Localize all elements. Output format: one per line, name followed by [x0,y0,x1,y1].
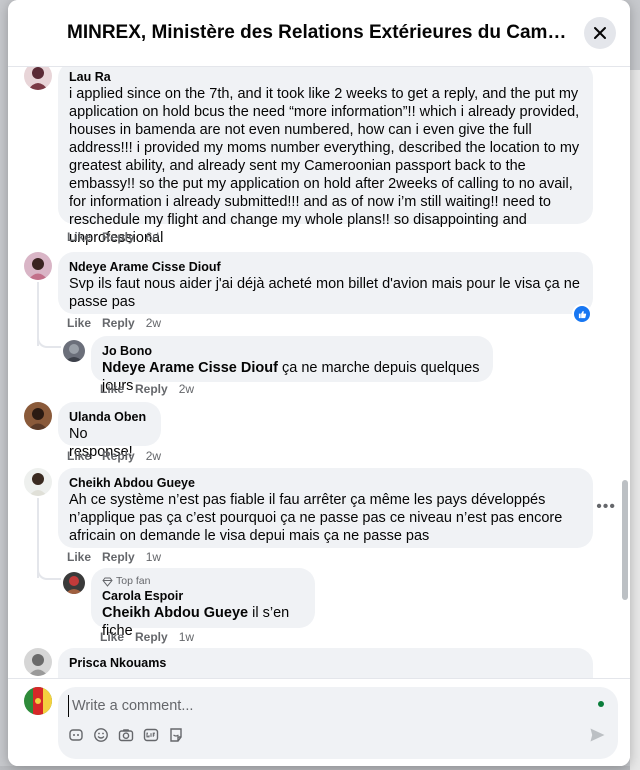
comment-actions: Like Reply 2w [67,316,172,330]
emoji-icon[interactable] [93,727,109,743]
dialog-header: MINREX, Ministère des Relations Extérieu… [8,0,630,67]
top-fan-badge: Top fan [102,575,304,588]
badge-label: Top fan [116,575,151,587]
more-options-icon[interactable]: ••• [596,498,616,516]
thread-connector [37,332,61,348]
comment-bubble: Lau Ra i applied since on the 7th, and i… [58,66,593,246]
comment-author[interactable]: Ulanda Oben [69,409,150,425]
comment-timestamp[interactable]: 1w [146,550,161,564]
composer-tools [68,727,184,743]
avatar-sticker-icon[interactable] [168,727,184,743]
mention-link[interactable]: Ndeye Arame Cisse Diouf [102,360,278,376]
comment-composer [8,678,630,766]
comment-timestamp[interactable]: 1w [179,630,194,644]
like-button[interactable]: Like [100,630,124,644]
comment-author[interactable]: Cheikh Abdou Gueye [69,475,582,491]
reaction-badge[interactable] [572,304,592,324]
comment-timestamp[interactable]: 2w [179,382,194,396]
avatar[interactable] [24,687,52,715]
comment-bubble: Top fan Carola Espoir Cheikh Abdou Gueye… [91,568,315,639]
comment-timestamp[interactable]: 6d [146,230,159,244]
reply-button[interactable]: Reply [102,550,135,564]
comment-input[interactable] [68,695,574,717]
avatar[interactable] [63,340,85,362]
comment-bubble: Prisca Nkouams [58,648,593,678]
avatar[interactable] [24,468,52,496]
comment-bubble: Cheikh Abdou Gueye Ah ce système n’est p… [58,468,593,548]
comment-bubble: Jo Bono Ndeye Arame Cisse Diouf ça ne ma… [91,336,493,394]
composer-box [58,687,618,759]
scrollbar[interactable] [622,480,628,600]
comment-text: Ah ce système n’est pas fiable il fau ar… [69,492,563,544]
comments-list[interactable]: Lau Ra i applied since on the 7th, and i… [8,66,630,678]
diamond-icon [102,577,113,587]
send-icon [590,728,605,742]
comment-text: i applied since on the 7th, and it took … [69,86,580,246]
like-button[interactable]: Like [67,230,91,244]
dialog-title: MINREX, Ministère des Relations Extérieu… [67,22,567,43]
send-button[interactable] [589,727,606,748]
comment-actions: Like Reply 6d [67,230,170,244]
comment-actions: Like Reply 1w [100,630,205,644]
thumbs-up-icon [578,310,586,318]
comment-timestamp[interactable]: 2w [146,449,161,463]
comment-author[interactable]: Ndeye Arame Cisse Diouf [69,259,582,275]
avatar[interactable] [63,572,85,594]
comment-timestamp[interactable]: 2w [146,316,161,330]
sticker-icon[interactable] [68,727,84,743]
comment-actions: Like Reply 2w [100,382,205,396]
status-dot [598,701,604,707]
close-button[interactable] [584,17,616,49]
comment-author[interactable]: Jo Bono [102,343,482,359]
mention-link[interactable]: Cheikh Abdou Gueye [102,605,248,621]
like-button[interactable]: Like [100,382,124,396]
comment-bubble: Ulanda Oben No response! [58,402,161,460]
like-button[interactable]: Like [67,550,91,564]
like-button[interactable]: Like [67,449,91,463]
reply-button[interactable]: Reply [135,630,168,644]
comment-author[interactable]: Prisca Nkouams [69,655,582,671]
gif-icon[interactable] [143,727,159,743]
comment-bubble: Ndeye Arame Cisse Diouf Svp ils faut nou… [58,252,593,314]
reply-button[interactable]: Reply [135,382,168,396]
reply-button[interactable]: Reply [102,230,135,244]
comment-actions: Like Reply 2w [67,449,172,463]
comments-dialog: MINREX, Ministère des Relations Extérieu… [8,0,630,766]
reply-button[interactable]: Reply [102,316,135,330]
comment-author[interactable]: Carola Espoir [102,588,304,604]
comment-actions: Like Reply 1w [67,550,172,564]
comment-author[interactable]: Lau Ra [69,69,582,85]
reply-button[interactable]: Reply [102,449,135,463]
thread-connector [37,564,61,580]
avatar[interactable] [24,648,52,676]
close-icon [594,27,606,39]
like-button[interactable]: Like [67,316,91,330]
camera-icon[interactable] [118,727,134,743]
avatar[interactable] [24,252,52,280]
avatar[interactable] [24,402,52,430]
comment-text: Svp ils faut nous aider j'ai déjà acheté… [69,276,580,310]
avatar[interactable] [24,66,52,90]
